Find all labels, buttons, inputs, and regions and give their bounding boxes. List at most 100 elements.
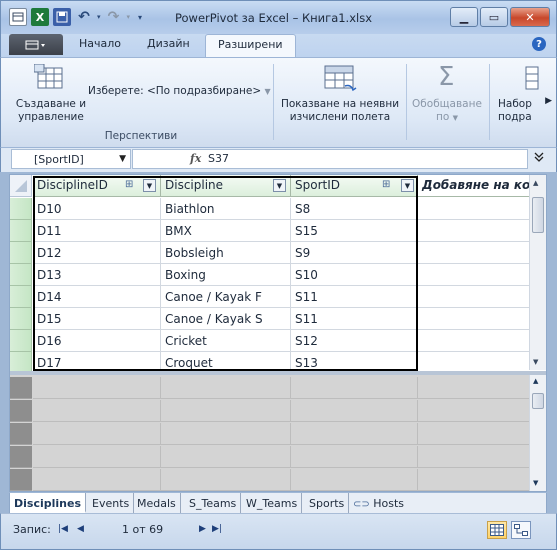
table-cell[interactable]: D16 <box>33 330 161 352</box>
column-header-sportid[interactable]: SportID ⊞ ▼ <box>291 175 418 197</box>
ribbon-scroll-right-icon[interactable]: ▶ <box>545 96 552 106</box>
upper-vertical-scrollbar[interactable]: ▲ ▼ <box>529 175 546 370</box>
table-cell[interactable]: D15 <box>33 308 161 330</box>
sheet-tab-disciplines[interactable]: Disciplines <box>10 493 86 513</box>
calc-cell[interactable] <box>161 423 291 445</box>
table-cell[interactable]: Canoe / Kayak S <box>161 308 291 330</box>
table-cell[interactable]: BMX <box>161 220 291 242</box>
calc-cell[interactable] <box>33 469 161 491</box>
customize-qat-icon[interactable]: ▾ <box>138 13 142 22</box>
calc-cell[interactable] <box>291 377 418 399</box>
grid-view-button[interactable] <box>487 521 507 539</box>
scroll-down-icon[interactable]: ▼ <box>533 358 538 366</box>
field-set-icon[interactable] <box>525 66 539 92</box>
column-filter-dropdown[interactable]: ▼ <box>401 179 414 192</box>
calc-cell[interactable] <box>161 400 291 422</box>
table-cell[interactable]: S8 <box>291 198 418 220</box>
table-cell[interactable]: Bobsleigh <box>161 242 291 264</box>
calc-cell[interactable] <box>33 377 161 399</box>
first-record-icon[interactable]: |◀ <box>58 524 68 534</box>
table-cell[interactable]: S10 <box>291 264 418 286</box>
scrollbar-thumb[interactable] <box>532 393 544 409</box>
table-cell[interactable]: S11 <box>291 286 418 308</box>
add-column-cell[interactable] <box>418 286 530 308</box>
table-cell[interactable]: S15 <box>291 220 418 242</box>
redo-icon[interactable]: ↷ <box>105 8 123 26</box>
table-cell[interactable]: D14 <box>33 286 161 308</box>
excel-icon[interactable]: X <box>31 8 49 26</box>
table-cell[interactable]: D12 <box>33 242 161 264</box>
scrollbar-thumb[interactable] <box>532 197 544 233</box>
next-record-icon[interactable]: ▶ <box>199 524 206 534</box>
redo-dropdown-icon[interactable]: ▾ <box>127 13 131 21</box>
sheet-tab-events[interactable]: Events <box>88 493 135 513</box>
column-header-discipline[interactable]: Discipline ▼ <box>161 175 291 197</box>
default-field-set-button[interactable]: Набор подра <box>498 98 546 124</box>
app-menu-icon[interactable] <box>9 8 27 26</box>
sheet-tab-w-teams[interactable]: W_Teams <box>242 493 303 513</box>
table-cell[interactable]: D10 <box>33 198 161 220</box>
minimize-button[interactable]: ▁ <box>450 7 478 27</box>
lower-vertical-scrollbar[interactable]: ▲ ▼ <box>529 375 546 491</box>
table-cell[interactable]: D13 <box>33 264 161 286</box>
table-cell[interactable]: S11 <box>291 308 418 330</box>
previous-record-icon[interactable]: ◀ <box>77 524 84 534</box>
table-cell[interactable]: Biathlon <box>161 198 291 220</box>
add-column-cell[interactable] <box>418 198 530 220</box>
calc-cell[interactable] <box>291 400 418 422</box>
show-hidden-fields-button[interactable]: Показване на неявни изчислени полета <box>280 98 400 124</box>
table-cell[interactable]: Boxing <box>161 264 291 286</box>
tab-design[interactable]: Дизайн <box>147 37 190 50</box>
file-menu-button[interactable] <box>9 34 63 55</box>
table-cell[interactable]: D11 <box>33 220 161 242</box>
tab-home[interactable]: Начало <box>79 37 121 50</box>
calc-cell[interactable] <box>161 377 291 399</box>
calc-cell[interactable] <box>161 469 291 491</box>
column-filter-dropdown[interactable]: ▼ <box>143 179 156 192</box>
column-filter-dropdown[interactable]: ▼ <box>273 179 286 192</box>
save-icon[interactable] <box>53 8 71 26</box>
last-record-icon[interactable]: ▶| <box>212 524 222 534</box>
calc-cell[interactable] <box>161 446 291 468</box>
create-manage-button[interactable]: Създаване и управление <box>15 98 87 124</box>
calc-cell[interactable] <box>418 423 530 445</box>
scroll-up-icon[interactable]: ▲ <box>533 377 538 385</box>
calc-cell[interactable] <box>33 446 161 468</box>
sheet-tab-sports[interactable]: Sports <box>305 493 350 513</box>
select-all-corner[interactable] <box>10 175 32 197</box>
row-header[interactable] <box>10 242 32 264</box>
function-icon[interactable]: fx <box>190 152 201 165</box>
add-column-cell[interactable] <box>418 220 530 242</box>
calc-cell[interactable] <box>418 469 530 491</box>
help-icon[interactable]: ? <box>532 37 546 51</box>
diagram-view-button[interactable] <box>511 521 531 539</box>
hidden-fields-icon[interactable] <box>323 64 357 94</box>
scroll-down-icon[interactable]: ▼ <box>533 479 538 487</box>
calc-cell[interactable] <box>418 400 530 422</box>
row-header[interactable] <box>10 286 32 308</box>
calc-cell[interactable] <box>418 377 530 399</box>
row-header[interactable] <box>10 330 32 352</box>
add-column-header[interactable]: Добавяне на колона <box>418 175 530 197</box>
name-box[interactable]: [SportID] ▼ <box>11 149 131 169</box>
column-header-disciplineid[interactable]: DisciplineID ⊞ ▼ <box>33 175 161 197</box>
add-column-cell[interactable] <box>418 264 530 286</box>
table-cell[interactable]: Canoe / Kayak F <box>161 286 291 308</box>
tab-advanced[interactable]: Разширени <box>205 34 296 57</box>
calc-cell[interactable] <box>418 446 530 468</box>
create-manage-icon[interactable] <box>34 64 66 92</box>
undo-icon[interactable]: ↶ <box>75 8 93 26</box>
row-header[interactable] <box>10 198 32 220</box>
maximize-button[interactable]: ▭ <box>480 7 508 27</box>
calc-cell[interactable] <box>291 469 418 491</box>
expand-formula-icon[interactable] <box>532 151 546 167</box>
calculation-area[interactable] <box>10 375 546 491</box>
undo-dropdown-icon[interactable]: ▾ <box>97 13 101 21</box>
data-grid[interactable]: DisciplineID ⊞ ▼ Discipline ▼ SportID ⊞ … <box>9 174 547 492</box>
scroll-up-icon[interactable]: ▲ <box>533 179 538 187</box>
close-button[interactable]: ✕ <box>510 7 550 27</box>
add-column-cell[interactable] <box>418 330 530 352</box>
add-column-cell[interactable] <box>418 308 530 330</box>
table-cell[interactable]: Cricket <box>161 330 291 352</box>
calc-cell[interactable] <box>291 446 418 468</box>
